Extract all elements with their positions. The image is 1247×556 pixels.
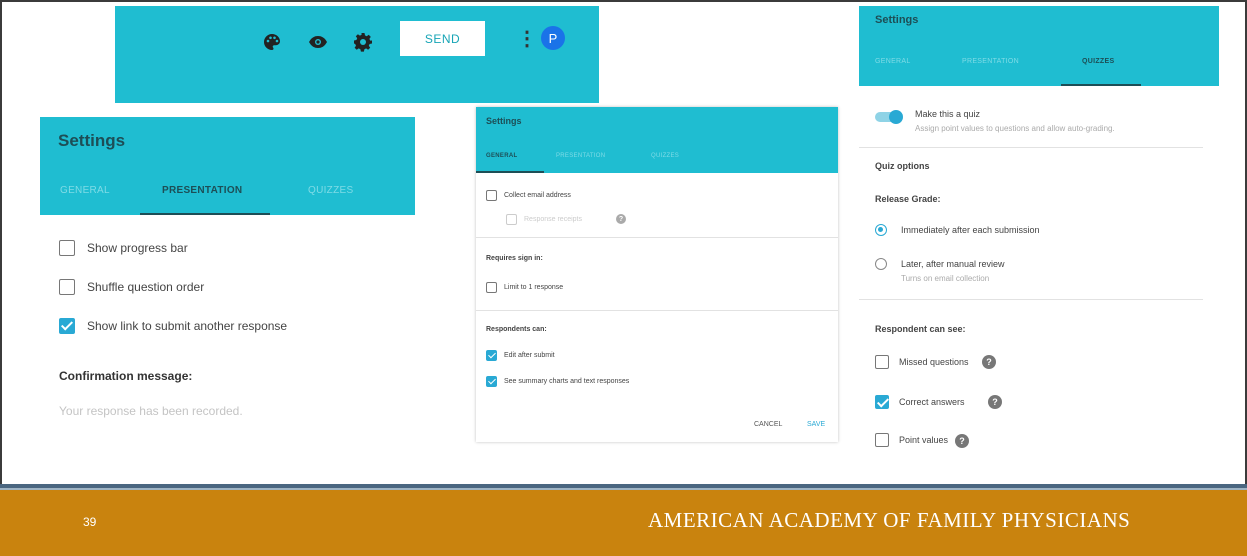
tab-general[interactable]: GENERAL (875, 58, 911, 65)
tab-quizzes[interactable]: QUIZZES (651, 153, 679, 159)
eye-icon[interactable] (308, 32, 328, 52)
quizzes-settings-panel: Settings GENERAL PRESENTATION QUIZZES Ma… (859, 6, 1219, 464)
divider (476, 310, 838, 311)
collect-email-label: Collect email address (504, 192, 571, 199)
save-button[interactable]: SAVE (807, 421, 825, 428)
release-later-label: Later, after manual review (901, 259, 1005, 269)
palette-icon[interactable] (262, 32, 282, 52)
missed-questions-label: Missed questions (899, 357, 969, 367)
correct-answers-label: Correct answers (899, 397, 965, 407)
send-button[interactable]: SEND (400, 21, 485, 56)
quiz-options-heading: Quiz options (875, 161, 930, 171)
correct-answers-checkbox[interactable] (875, 395, 889, 409)
confirmation-message-input[interactable]: Your response has been recorded. (59, 404, 243, 418)
divider (476, 237, 838, 238)
help-icon[interactable]: ? (616, 214, 626, 224)
divider (859, 299, 1203, 300)
point-values-checkbox[interactable] (875, 433, 889, 447)
see-summary-label: See summary charts and text responses (504, 378, 630, 385)
presentation-settings-panel: Settings GENERAL PRESENTATION QUIZZES Sh… (40, 117, 415, 437)
gear-icon[interactable] (353, 32, 373, 52)
active-tab-indicator (476, 171, 544, 173)
release-immediate-label: Immediately after each submission (901, 225, 1040, 235)
tab-presentation[interactable]: PRESENTATION (962, 58, 1019, 65)
tab-general[interactable]: GENERAL (60, 185, 110, 196)
requires-signin-heading: Requires sign in: (486, 255, 543, 262)
collect-email-checkbox[interactable] (486, 190, 497, 201)
help-icon[interactable]: ? (982, 355, 996, 369)
tab-quizzes[interactable]: QUIZZES (308, 185, 353, 196)
release-grade-heading: Release Grade: (875, 194, 941, 204)
missed-questions-checkbox[interactable] (875, 355, 889, 369)
release-later-radio[interactable] (875, 258, 887, 270)
limit-response-checkbox[interactable] (486, 282, 497, 293)
release-immediate-radio[interactable] (875, 224, 887, 236)
respondents-can-heading: Respondents can: (486, 326, 547, 333)
active-tab-indicator (1061, 84, 1141, 86)
page-number: 39 (83, 515, 97, 529)
form-toolbar: SEND ⋮ P (115, 6, 599, 103)
show-progress-bar-checkbox[interactable] (59, 240, 75, 256)
help-icon[interactable]: ? (988, 395, 1002, 409)
panel-header: Settings GENERAL PRESENTATION QUIZZES (859, 6, 1219, 86)
shuffle-question-order-checkbox[interactable] (59, 279, 75, 295)
tab-presentation[interactable]: PRESENTATION (162, 185, 242, 196)
limit-response-label: Limit to 1 response (504, 284, 564, 291)
cancel-button[interactable]: CANCEL (754, 421, 782, 428)
panel-title: Settings (58, 131, 126, 150)
organization-name: AMERICAN ACADEMY OF FAMILY PHYSICIANS (648, 508, 1131, 532)
active-tab-indicator (140, 213, 270, 215)
point-values-label: Point values (899, 435, 949, 445)
make-quiz-label: Make this a quiz (915, 109, 981, 119)
release-later-description: Turns on email collection (901, 274, 990, 283)
divider (859, 147, 1203, 148)
response-receipts-label: Response receipts (524, 216, 582, 223)
slide-footer: 39 AMERICAN ACADEMY OF FAMILY PHYSICIANS (0, 490, 1247, 556)
panel-title: Settings (875, 14, 919, 26)
edit-after-submit-checkbox[interactable] (486, 350, 497, 361)
show-submit-another-label: Show link to submit another response (87, 319, 288, 333)
respondent-can-see-heading: Respondent can see: (875, 324, 966, 334)
panel-header: Settings GENERAL PRESENTATION QUIZZES (40, 117, 415, 215)
help-icon[interactable]: ? (955, 434, 969, 448)
shuffle-question-order-label: Shuffle question order (87, 280, 205, 294)
see-summary-checkbox[interactable] (486, 376, 497, 387)
make-quiz-description: Assign point values to questions and all… (915, 124, 1115, 133)
panel-header: Settings GENERAL PRESENTATION QUIZZES (476, 107, 838, 173)
more-vert-icon[interactable]: ⋮ (517, 26, 537, 51)
tab-presentation[interactable]: PRESENTATION (556, 153, 605, 159)
show-submit-another-checkbox[interactable] (59, 318, 75, 334)
tab-general[interactable]: GENERAL (486, 153, 517, 159)
tab-quizzes[interactable]: QUIZZES (1082, 58, 1114, 65)
general-settings-panel: Settings GENERAL PRESENTATION QUIZZES Co… (476, 107, 838, 442)
show-progress-bar-label: Show progress bar (87, 241, 188, 255)
confirmation-message-heading: Confirmation message: (59, 369, 193, 383)
panel-title: Settings (486, 116, 522, 126)
response-receipts-checkbox[interactable] (506, 214, 517, 225)
avatar[interactable]: P (541, 26, 565, 50)
edit-after-submit-label: Edit after submit (504, 352, 555, 359)
